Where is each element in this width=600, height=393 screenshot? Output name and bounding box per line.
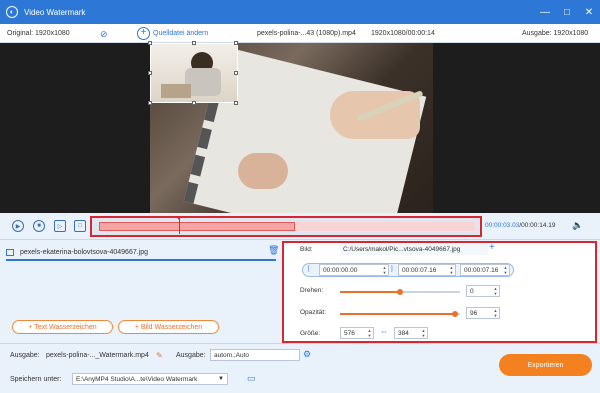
resize-handle-t[interactable] (192, 41, 196, 45)
source-resolution-duration: 1920x1080/00:00:14 (371, 30, 435, 37)
current-time: 00:00:03.03 (485, 222, 520, 229)
playback-controls: ▶ ■ ▷ □ 00:00:03.03/00:00:14.19 🔈 (0, 213, 600, 240)
original-resolution: Original: 1920x1080 (7, 30, 70, 37)
add-text-watermark-button[interactable]: + Text Wasserzeichen (12, 320, 113, 334)
total-time: /00:00:14.19 (519, 222, 556, 229)
width-input[interactable]: 576 ▲ ▼ (340, 327, 374, 339)
chevron-down-icon: ▼ (218, 376, 224, 382)
rotate-slider-knob[interactable] (397, 289, 403, 295)
opacity-slider-fill (340, 313, 455, 315)
image-path-field[interactable]: C:/Users/makol/Pic...vtsova-4049667.jpg (340, 243, 488, 255)
output-settings-label: Ausgabe: (176, 352, 206, 359)
stop-button[interactable]: ■ (33, 220, 45, 232)
watermark-list-panel: pexels-ekaterina-bolovtsova-4049667.jpg … (0, 240, 283, 343)
duration-field[interactable]: 00:00:07.16 ▲ ▼ (460, 264, 510, 276)
watermark-filename: pexels-ekaterina-bolovtsova-4049667.jpg (20, 248, 149, 256)
add-source-icon[interactable]: + (137, 27, 150, 40)
save-to-label: Speichern unter: (10, 376, 62, 383)
window-controls: — □ ✕ (534, 0, 600, 24)
resize-handle-l[interactable] (148, 71, 152, 75)
start-bracket-icon[interactable]: [ (308, 266, 310, 272)
size-label: Größe: (300, 330, 321, 337)
opacity-slider-knob[interactable] (452, 311, 458, 317)
change-source-link[interactable]: Quelldatei ändern (153, 30, 208, 37)
fullscreen-button[interactable]: □ (74, 220, 86, 232)
rotate-input[interactable]: 0 ▲ ▼ (466, 285, 500, 297)
footer: Ausgabe: pexels-polina-..._Watermark.mp4… (0, 343, 600, 393)
app-logo-icon: ◐ (6, 6, 18, 18)
resize-handle-tr[interactable] (234, 41, 238, 45)
output-resolution: Ausgabe: 1920x1080 (522, 30, 589, 37)
time-range-box: [ 00:00:00.00 ▲ ▼ ] 00:00:07.16 ▲ ▼ 00:00:07… (302, 263, 514, 277)
hand2-shape (238, 153, 288, 189)
watermark-image-overlay[interactable] (150, 43, 238, 103)
volume-icon[interactable]: 🔈 (572, 220, 583, 231)
source-filename: pexels-polina-...43 (1080p).mp4 (257, 30, 356, 37)
height-input[interactable]: 384 ▲ ▼ (394, 327, 428, 339)
playhead[interactable] (176, 216, 182, 234)
output-label: Ausgabe: (10, 352, 40, 359)
resize-handle-r[interactable] (234, 71, 238, 75)
minimize-button[interactable]: — (534, 0, 556, 24)
rotate-label: Drehen: (300, 287, 324, 294)
link-aspect-icon[interactable]: ⇔ (380, 327, 388, 336)
maximize-button[interactable]: □ (556, 0, 578, 24)
eye-slash-icon[interactable]: ⊘ (100, 29, 108, 40)
opacity-label: Opazität: (300, 309, 327, 316)
timeline[interactable] (90, 216, 482, 237)
start-time-field[interactable]: 00:00:00.00 ▲ ▼ (319, 264, 389, 276)
folder-icon[interactable]: ▭ (247, 373, 256, 384)
list-item[interactable]: pexels-ekaterina-bolovtsova-4049667.jpg (6, 245, 276, 259)
window-title: Video Watermark (24, 7, 86, 17)
end-bracket-icon[interactable]: ] (391, 266, 393, 272)
end-time-field[interactable]: 00:00:07.16 ▲ ▼ (398, 264, 456, 276)
trash-icon[interactable]: 🗑 (268, 245, 279, 256)
watermark-properties-panel: Bild: C:/Users/makol/Pic...vtsova-404966… (282, 241, 597, 343)
gear-icon[interactable]: ⚙ (303, 349, 311, 360)
output-settings-dropdown[interactable]: autom.;Auto (210, 349, 300, 361)
timecode: 00:00:03.03/00:00:14.19 (485, 222, 556, 229)
resize-handle-b[interactable] (192, 101, 196, 105)
add-image-icon[interactable]: + (489, 242, 495, 253)
image-icon (6, 248, 14, 256)
resize-handle-tl[interactable] (148, 41, 152, 45)
opacity-input[interactable]: 96 ▲ ▼ (466, 307, 500, 319)
rotate-slider-fill (340, 291, 400, 293)
resize-handle-bl[interactable] (148, 101, 152, 105)
resize-handle-br[interactable] (234, 101, 238, 105)
title-bar: ◐ Video Watermark — □ ✕ (0, 0, 600, 24)
watermark-clip-range[interactable] (99, 222, 295, 231)
add-image-watermark-button[interactable]: + Bild Wasserzeichen (118, 320, 219, 334)
next-frame-button[interactable]: ▷ (54, 220, 66, 232)
save-path-dropdown[interactable]: E:\AnyMP4 Studio\A...te\Video Watermark ▼ (72, 373, 228, 385)
info-bar: Original: 1920x1080 ⊘ + Quelldatei änder… (0, 24, 600, 43)
play-button[interactable]: ▶ (12, 220, 24, 232)
image-label: Bild: (300, 246, 313, 253)
close-button[interactable]: ✕ (578, 0, 600, 24)
output-filename: pexels-polina-..._Watermark.mp4 (46, 352, 149, 359)
export-button[interactable]: Exportieren (499, 354, 592, 376)
timeline-track (295, 222, 475, 231)
edit-pencil-icon[interactable]: ✎ (156, 351, 163, 360)
video-preview (0, 43, 600, 213)
